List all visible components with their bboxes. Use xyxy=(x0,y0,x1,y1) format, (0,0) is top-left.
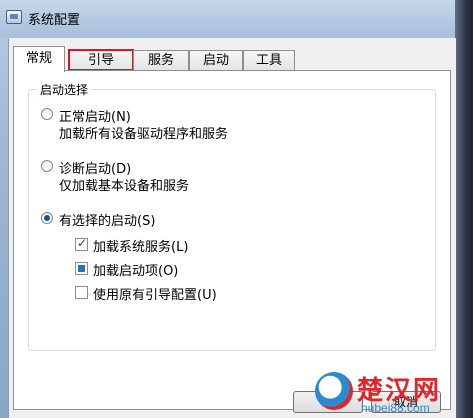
watermark-logo-icon xyxy=(315,372,353,410)
checkbox-startup-items[interactable] xyxy=(75,262,88,275)
tab-panel-general: 启动选择 正常启动(N) 加载所有设备驱动程序和服务 诊断启动(D) 仅加载基本… xyxy=(13,70,451,410)
watermark-url: hubei88.com xyxy=(361,401,430,415)
tab-services[interactable]: 服务 xyxy=(133,50,189,70)
checkbox-label: 使用原有引导配置(U) xyxy=(93,288,217,303)
checkbox-original-boot[interactable] xyxy=(75,286,88,299)
tab-startup[interactable]: 启动 xyxy=(189,50,243,70)
radio-normal[interactable] xyxy=(41,108,53,120)
watermark: 楚汉网 hubei88.com xyxy=(315,370,465,418)
background-edge xyxy=(455,0,473,418)
radio-selective[interactable] xyxy=(41,212,53,224)
tab-general[interactable]: 常规 xyxy=(13,46,65,72)
option-description: 加载所有设备驱动程序和服务 xyxy=(59,127,229,142)
option-description: 仅加载基本设备和服务 xyxy=(59,179,190,194)
dialog-body: 常规 引导 服务 启动 工具 启动选择 正常启动(N) 加载所有设备驱动程序和服… xyxy=(8,38,456,418)
tab-tools[interactable]: 工具 xyxy=(243,50,295,70)
checkbox-system-services[interactable] xyxy=(75,236,88,251)
window-frame: 系统配置 常规 引导 服务 启动 工具 启动选择 正常启动(N) 加载所有设备驱… xyxy=(0,0,473,418)
checkbox-label: 加载系统服务(L) xyxy=(93,240,189,255)
checkbox-label: 加载启动项(O) xyxy=(93,264,179,279)
startup-selection-group: 启动选择 正常启动(N) 加载所有设备驱动程序和服务 诊断启动(D) 仅加载基本… xyxy=(28,81,436,351)
title-bar[interactable]: 系统配置 xyxy=(0,0,473,38)
window-title: 系统配置 xyxy=(28,13,81,28)
option-label: 有选择的启动(S) xyxy=(59,214,156,229)
app-icon xyxy=(6,10,22,24)
radio-diagnostic[interactable] xyxy=(41,160,53,172)
tab-boot[interactable]: 引导 xyxy=(68,49,134,71)
group-legend: 启动选择 xyxy=(37,81,92,98)
